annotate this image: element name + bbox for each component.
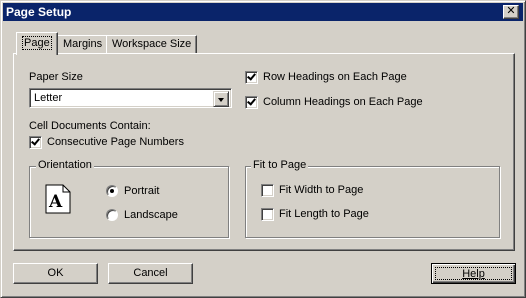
paper-size-label: Paper Size [29, 71, 83, 83]
tab-page[interactable]: Page [16, 32, 58, 55]
close-icon: ✕ [506, 5, 516, 17]
paper-size-select[interactable]: Letter [29, 88, 232, 108]
tab-workspace-size-label: Workspace Size [112, 38, 192, 50]
cancel-button-label: Cancel [133, 267, 168, 279]
close-button[interactable]: ✕ [503, 5, 519, 19]
portrait-label: Portrait [124, 185, 160, 197]
row-headings-label: Row Headings on Each Page [263, 71, 407, 83]
row-headings-checkbox[interactable] [245, 71, 258, 84]
help-button-label: Help [462, 268, 485, 280]
help-button[interactable]: Help [431, 263, 516, 284]
fit-to-page-group-title: Fit to Page [251, 159, 309, 171]
chevron-down-icon[interactable] [213, 91, 229, 107]
fit-length-label: Fit Length to Page [279, 208, 369, 220]
landscape-label: Landscape [124, 209, 178, 221]
title-bar[interactable]: Page Setup ✕ [3, 3, 523, 21]
landscape-radio[interactable] [106, 209, 118, 221]
consecutive-page-numbers-checkbox[interactable] [29, 136, 42, 149]
page-setup-dialog: Page Setup ✕ Page Margins Workspace Size… [0, 0, 526, 298]
fit-width-label: Fit Width to Page [279, 184, 364, 196]
dialog-title: Page Setup [6, 5, 72, 19]
tab-margins-label: Margins [63, 38, 103, 50]
fit-width-checkbox[interactable] [261, 184, 274, 197]
cell-documents-label: Cell Documents Contain: [29, 120, 151, 132]
help-button-focus: Help [435, 267, 512, 280]
fit-to-page-group [245, 166, 500, 238]
column-headings-checkbox[interactable] [245, 96, 258, 109]
cancel-button[interactable]: Cancel [108, 263, 193, 284]
portrait-radio[interactable] [106, 185, 118, 197]
paper-size-value: Letter [34, 92, 63, 104]
orientation-group-title: Orientation [36, 159, 94, 171]
portrait-icon-letter: A [48, 192, 63, 212]
tab-margins[interactable]: Margins [57, 35, 109, 54]
consecutive-page-numbers-label: Consecutive Page Numbers [47, 136, 184, 148]
tab-workspace-size[interactable]: Workspace Size [106, 35, 198, 54]
portrait-page-icon: A [45, 184, 71, 214]
ok-button[interactable]: OK [13, 263, 98, 284]
ok-button-label: OK [47, 267, 64, 279]
tab-page-label: Page [22, 36, 52, 50]
fit-length-checkbox[interactable] [261, 208, 274, 221]
column-headings-label: Column Headings on Each Page [263, 96, 423, 108]
